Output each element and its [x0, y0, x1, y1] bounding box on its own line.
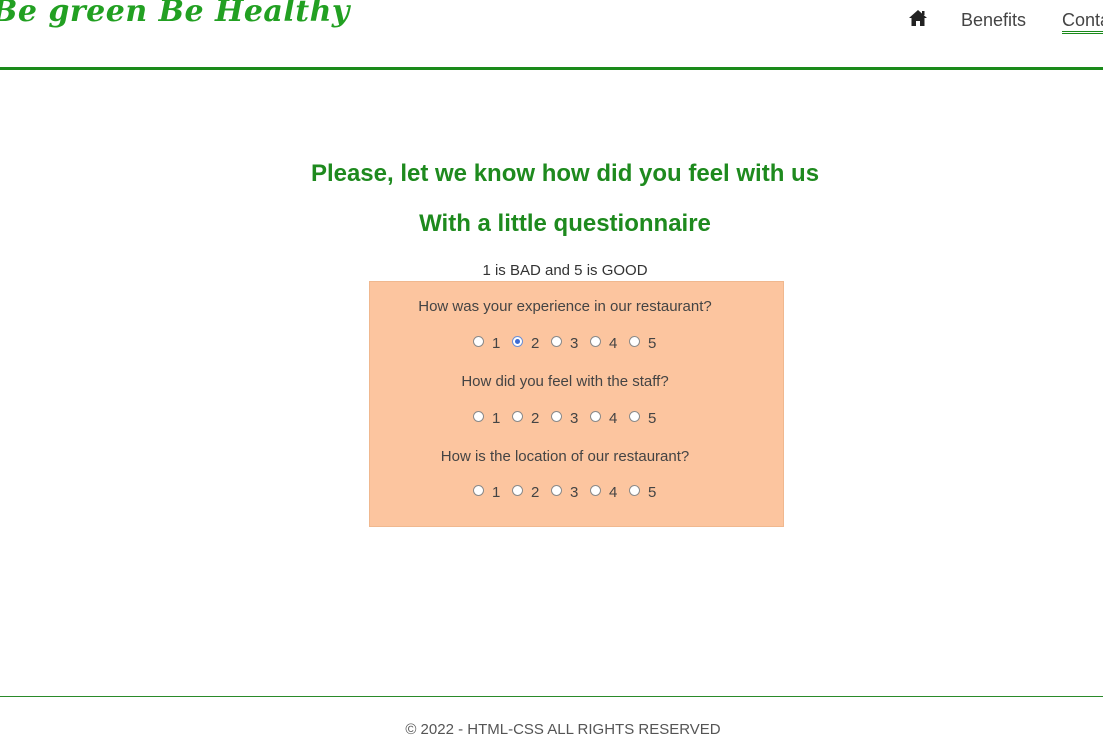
- rating-label: 4: [609, 410, 618, 427]
- footer-divider: [0, 696, 1103, 697]
- rating-radio[interactable]: [551, 411, 562, 422]
- rating-radio[interactable]: [590, 336, 601, 347]
- rating-radio[interactable]: [512, 336, 523, 347]
- rating-radio[interactable]: [590, 411, 601, 422]
- rating-label: 4: [609, 335, 618, 352]
- footer-copyright: © 2022 - HTML-CSS ALL RIGHTS RESERVED: [405, 721, 721, 738]
- page-title: Please, let we know how did you feel wit…: [310, 160, 820, 187]
- rating-radio[interactable]: [512, 411, 523, 422]
- question-location: How is the location of our restaurant?: [440, 448, 690, 465]
- rating-label: 3: [570, 484, 579, 501]
- rating-label: 5: [648, 484, 657, 501]
- rating-radio[interactable]: [551, 485, 562, 496]
- rating-radio[interactable]: [629, 485, 640, 496]
- rating-label: 5: [648, 410, 657, 427]
- nav-benefits-link[interactable]: Benefits: [961, 10, 1026, 31]
- rating-label: 1: [492, 410, 501, 427]
- rating-label: 4: [609, 484, 618, 501]
- rating-radio[interactable]: [590, 485, 601, 496]
- rating-radio[interactable]: [551, 336, 562, 347]
- rating-group-experience: 1 2 3 4 5: [473, 335, 693, 355]
- site-logo[interactable]: Be green Be Healthy: [0, 0, 350, 29]
- rating-radio[interactable]: [512, 485, 523, 496]
- page-subtitle: With a little questionnaire: [419, 210, 711, 237]
- rating-label: 3: [570, 410, 579, 427]
- rating-label: 1: [492, 484, 501, 501]
- scale-note: 1 is BAD and 5 is GOOD: [482, 262, 648, 279]
- rating-radio[interactable]: [473, 485, 484, 496]
- rating-radio[interactable]: [473, 411, 484, 422]
- rating-label: 5: [648, 335, 657, 352]
- questionnaire-form: How was your experience in our restauran…: [369, 281, 784, 527]
- home-icon[interactable]: [908, 9, 928, 27]
- nav-contact-link[interactable]: Contact: [1062, 10, 1103, 34]
- rating-label: 1: [492, 335, 501, 352]
- rating-label: 2: [531, 410, 540, 427]
- rating-group-staff: 1 2 3 4 5: [473, 410, 693, 430]
- rating-label: 2: [531, 335, 540, 352]
- rating-radio[interactable]: [473, 336, 484, 347]
- rating-group-location: 1 2 3 4 5: [473, 484, 693, 504]
- question-staff: How did you feel with the staff?: [461, 373, 669, 390]
- rating-label: 2: [531, 484, 540, 501]
- rating-radio[interactable]: [629, 336, 640, 347]
- rating-radio[interactable]: [629, 411, 640, 422]
- site-header: Be green Be Healthy Benefits Contact: [0, 0, 1103, 70]
- rating-label: 3: [570, 335, 579, 352]
- question-experience: How was your experience in our restauran…: [418, 298, 712, 315]
